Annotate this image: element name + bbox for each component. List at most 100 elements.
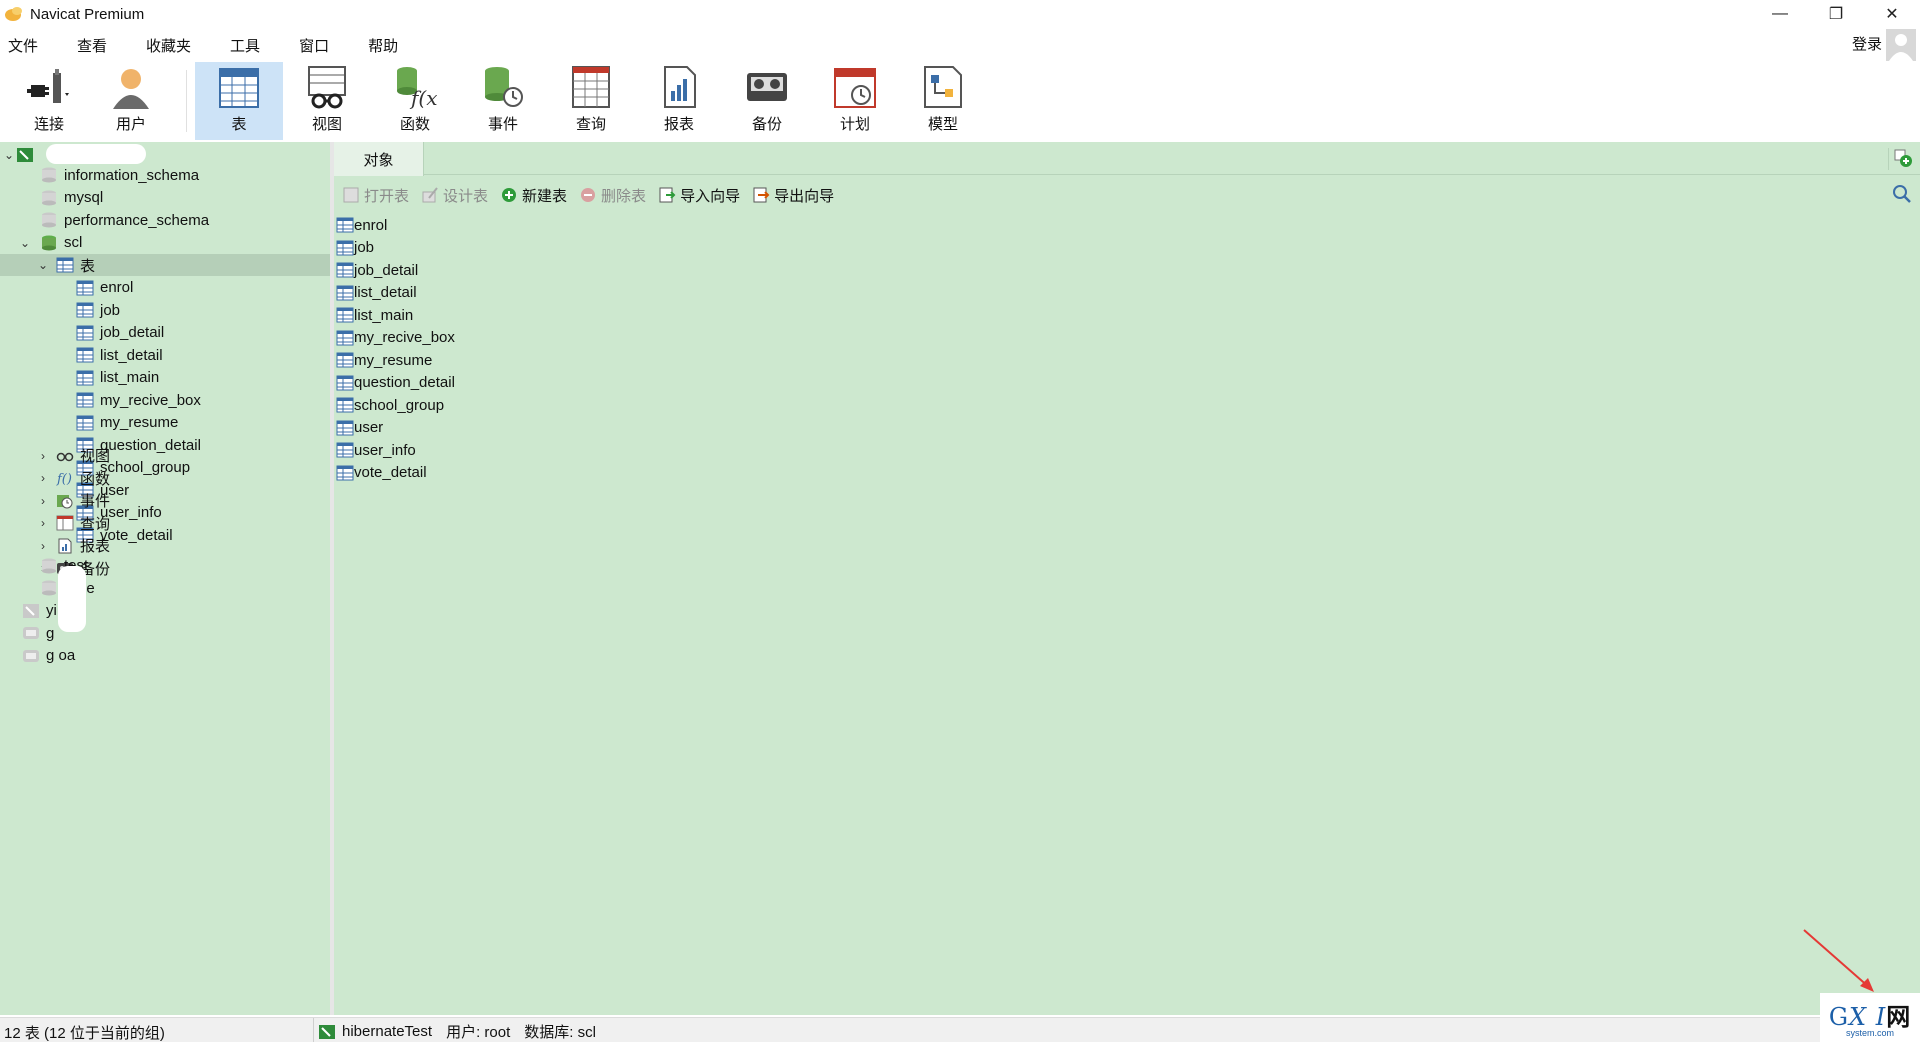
tree-connection[interactable]: g bbox=[22, 622, 54, 644]
object-table-item[interactable]: list_main bbox=[336, 304, 455, 327]
toolbar-label: 视图 bbox=[311, 116, 342, 133]
button-label: 新建表 bbox=[522, 187, 568, 205]
chevron-down-icon[interactable]: ⌄ bbox=[2, 148, 16, 162]
navigation-tree[interactable]: ⌄ t information_schema mysql performance… bbox=[0, 142, 330, 1015]
tree-connection[interactable]: g oa bbox=[22, 645, 75, 667]
tree-folder[interactable]: › 视图 bbox=[36, 445, 110, 467]
restore-button[interactable]: ❐ bbox=[1808, 0, 1864, 28]
tree-table-item[interactable]: job bbox=[76, 299, 120, 321]
menu-help[interactable]: 帮助 bbox=[360, 35, 411, 56]
menu-bar: 文件 查看 收藏夹 工具 窗口 帮助 bbox=[0, 30, 1920, 60]
object-table-item[interactable]: my_recive_box bbox=[336, 327, 455, 350]
object-table-item[interactable]: user bbox=[336, 417, 455, 440]
toolbar-connection-button[interactable]: 连接 bbox=[8, 62, 90, 140]
menu-file[interactable]: 文件 bbox=[0, 35, 51, 56]
tree-folder[interactable]: › 查询 bbox=[36, 512, 110, 534]
menu-tools[interactable]: 工具 bbox=[222, 35, 273, 56]
navicat-logo-icon bbox=[5, 7, 22, 21]
toolbar-label: 查询 bbox=[575, 116, 606, 133]
toolbar-view-button[interactable]: 视图 bbox=[283, 62, 371, 140]
user-avatar-icon bbox=[1889, 34, 1913, 61]
table-name: school_group bbox=[354, 396, 445, 414]
status-connection-name: hibernateTest bbox=[342, 1023, 433, 1040]
toolbar-label: 备份 bbox=[751, 116, 782, 133]
tree-table-item[interactable]: my_recive_box bbox=[76, 389, 201, 411]
close-button[interactable]: ✕ bbox=[1864, 0, 1920, 28]
avatar[interactable] bbox=[1886, 29, 1916, 61]
chevron-right-icon[interactable]: › bbox=[36, 471, 50, 485]
toolbar-user-button[interactable]: 用户 bbox=[90, 62, 172, 140]
tree-tables-folder[interactable]: ⌄ 表 bbox=[0, 254, 330, 276]
table-name: question_detail bbox=[100, 436, 201, 454]
tree-database[interactable]: performance_schema bbox=[40, 209, 209, 231]
new-tab-button[interactable] bbox=[1888, 148, 1912, 170]
object-table-item[interactable]: user_info bbox=[336, 439, 455, 462]
login-link[interactable]: 登录 bbox=[1852, 33, 1882, 54]
design-table-button[interactable]: 设计表 bbox=[421, 185, 488, 206]
tree-folder[interactable]: › f() 函数 bbox=[36, 467, 110, 489]
search-button[interactable] bbox=[1892, 184, 1912, 208]
toolbar-function-button[interactable]: f(x) 函数 bbox=[371, 62, 459, 140]
minimize-button[interactable]: — bbox=[1752, 0, 1808, 28]
chevron-right-icon[interactable]: › bbox=[36, 494, 50, 508]
object-table-item[interactable]: my_resume bbox=[336, 349, 455, 372]
menu-view[interactable]: 查看 bbox=[69, 35, 120, 56]
import-wizard-button[interactable]: 导入向导 bbox=[658, 185, 740, 206]
toolbar-event-button[interactable]: 事件 bbox=[459, 62, 547, 140]
object-table-item[interactable]: job bbox=[336, 237, 455, 260]
toolbar-separator bbox=[186, 70, 187, 132]
tree-database[interactable]: information_schema bbox=[40, 164, 199, 186]
tree-table-item[interactable]: list_detail bbox=[76, 344, 163, 366]
tree-database-scl[interactable]: ⌄ scl bbox=[18, 232, 82, 254]
object-table-item[interactable]: question_detail bbox=[336, 372, 455, 395]
chevron-down-icon[interactable]: ⌄ bbox=[18, 236, 32, 250]
database-icon bbox=[42, 580, 56, 596]
model-icon bbox=[924, 66, 962, 108]
chevron-right-icon[interactable]: › bbox=[36, 539, 50, 553]
new-table-button[interactable]: 新建表 bbox=[500, 185, 567, 206]
status-divider bbox=[313, 1018, 314, 1042]
tree-table-item[interactable]: job_detail bbox=[76, 322, 164, 344]
button-label: 设计表 bbox=[443, 187, 489, 205]
menu-window[interactable]: 窗口 bbox=[291, 35, 342, 56]
toolbar-schedule-button[interactable]: 计划 bbox=[811, 62, 899, 140]
object-table-item[interactable]: vote_detail bbox=[336, 462, 455, 485]
toolbar-table-button[interactable]: 表 bbox=[195, 62, 283, 140]
tree-folder[interactable]: › 报表 bbox=[36, 535, 110, 557]
chevron-right-icon[interactable]: › bbox=[36, 449, 50, 463]
object-table-item[interactable]: enrol bbox=[336, 214, 455, 237]
toolbar-query-button[interactable]: 查询 bbox=[547, 62, 635, 140]
tree-table-item[interactable]: list_main bbox=[76, 367, 159, 389]
redaction bbox=[58, 566, 86, 632]
watermark-sub: system.com bbox=[1845, 1028, 1894, 1038]
chevron-down-icon[interactable]: ⌄ bbox=[36, 258, 50, 272]
redaction bbox=[46, 144, 146, 164]
table-name: job_detail bbox=[100, 324, 165, 341]
table-name: my_resume bbox=[354, 351, 433, 369]
object-table-item[interactable]: school_group bbox=[336, 394, 455, 417]
schedule-icon bbox=[834, 68, 876, 108]
object-table-item[interactable]: job_detail bbox=[336, 259, 455, 282]
tab-objects[interactable]: 对象 bbox=[334, 142, 424, 176]
toolbar-label: 事件 bbox=[487, 116, 518, 133]
tree-table-item[interactable]: enrol bbox=[76, 277, 133, 299]
menu-favorites[interactable]: 收藏夹 bbox=[138, 35, 204, 56]
tab-bar: 对象 bbox=[334, 142, 1920, 176]
toolbar-report-button[interactable]: 报表 bbox=[635, 62, 723, 140]
tree-database[interactable]: mysql bbox=[40, 187, 103, 209]
table-name: vote_detail bbox=[100, 526, 173, 544]
delete-table-button[interactable]: 删除表 bbox=[579, 185, 646, 206]
toolbar-model-button[interactable]: 模型 bbox=[899, 62, 987, 140]
table-name: user_info bbox=[354, 441, 416, 459]
tree-connection[interactable]: yi bbox=[22, 600, 57, 622]
tree-folder[interactable]: › 事件 bbox=[36, 490, 110, 512]
open-table-button[interactable]: 打开表 bbox=[342, 185, 409, 206]
view-glasses-icon bbox=[56, 452, 74, 461]
toolbar-backup-button[interactable]: 备份 bbox=[723, 62, 811, 140]
table-icon bbox=[76, 415, 94, 430]
object-table-item[interactable]: list_detail bbox=[336, 282, 455, 305]
chevron-right-icon[interactable]: › bbox=[36, 516, 50, 530]
tree-table-item[interactable]: my_resume bbox=[76, 412, 178, 434]
export-wizard-button[interactable]: 导出向导 bbox=[752, 185, 834, 206]
database-name: performance_schema bbox=[64, 211, 210, 229]
